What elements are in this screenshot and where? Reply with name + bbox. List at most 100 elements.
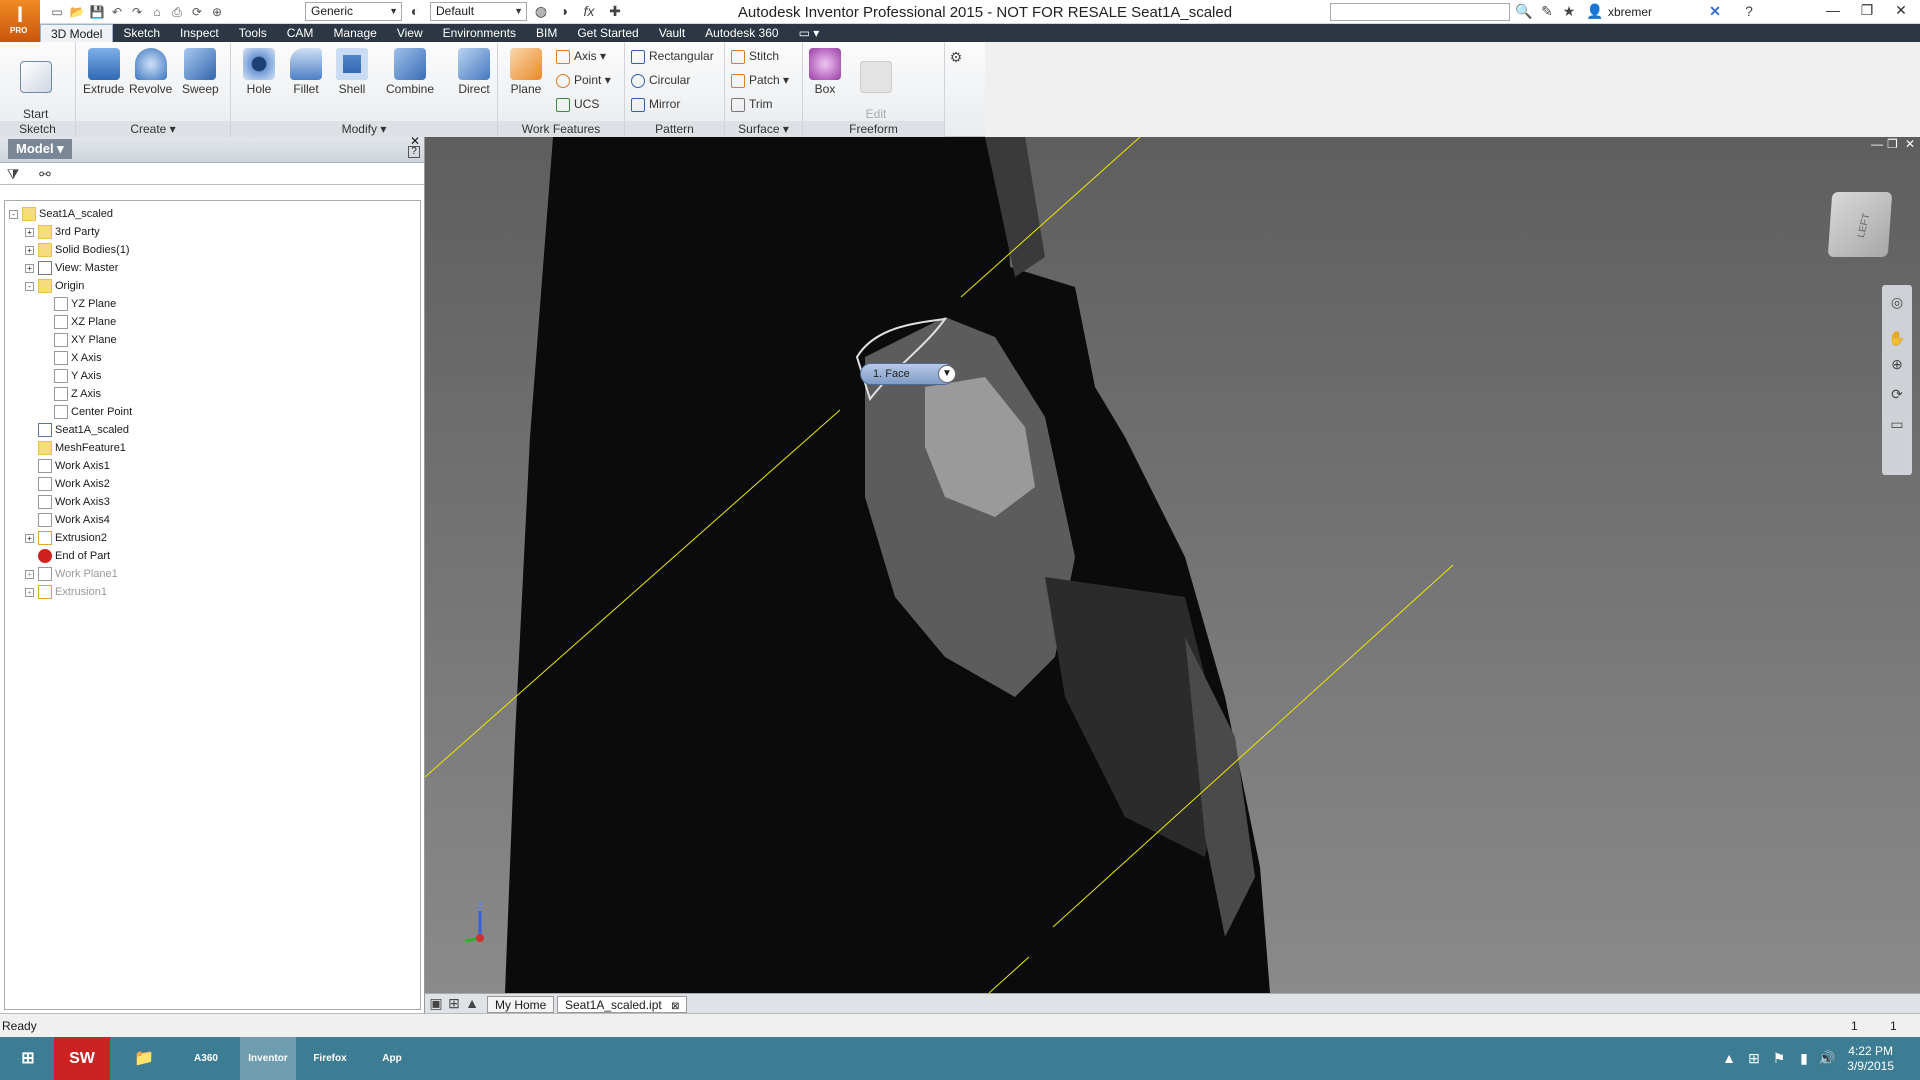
model-mesh-canvas[interactable]: Z bbox=[425, 137, 1920, 993]
tree-node[interactable]: Z Axis bbox=[5, 385, 420, 403]
subscription-icon[interactable]: ✎ bbox=[1538, 2, 1556, 20]
tree-node[interactable]: MeshFeature1 bbox=[5, 439, 420, 457]
tab-bim[interactable]: BIM bbox=[526, 24, 567, 42]
material-combo[interactable]: Generic ▼ bbox=[305, 2, 402, 21]
update-icon[interactable]: ⟳ bbox=[188, 4, 206, 20]
tree-node[interactable]: - Seat1A_scaled bbox=[5, 205, 420, 223]
extrude-button[interactable]: Extrude bbox=[83, 48, 124, 96]
minimize-button[interactable]: — bbox=[1816, 0, 1850, 22]
fillet-button[interactable]: Fillet bbox=[290, 48, 322, 96]
filter-icon[interactable]: ⧩ bbox=[4, 165, 22, 183]
tab-autodesk-360[interactable]: Autodesk 360 bbox=[695, 24, 788, 42]
patch-button[interactable]: Patch ▾ bbox=[731, 70, 789, 90]
tab-3d-model[interactable]: 3D Model bbox=[40, 24, 114, 42]
tree-node[interactable]: YZ Plane bbox=[5, 295, 420, 313]
tree-node[interactable]: + Extrusion2 bbox=[5, 529, 420, 547]
tree-node[interactable]: XY Plane bbox=[5, 331, 420, 349]
favorites-icon[interactable]: ★ bbox=[1560, 2, 1578, 20]
viewport-minimize-button[interactable]: — bbox=[1871, 137, 1883, 151]
tab-inspect[interactable]: Inspect bbox=[170, 24, 229, 42]
orbit-icon[interactable]: ⟳ bbox=[1888, 385, 1906, 403]
taskbar-app-firefox[interactable]: Firefox bbox=[302, 1037, 358, 1080]
steering-wheel-icon[interactable]: ◎ bbox=[1888, 293, 1906, 311]
expand-toggle-icon[interactable]: + bbox=[25, 263, 34, 273]
tab-document-seat1a[interactable]: Seat1A_scaled.ipt ⊠ bbox=[557, 996, 688, 1013]
tree-node[interactable]: Work Axis3 bbox=[5, 493, 420, 511]
tab-get-started[interactable]: Get Started bbox=[567, 24, 648, 42]
close-icon[interactable]: ⊠ bbox=[671, 1001, 679, 1012]
volume-icon[interactable]: 🔊 bbox=[1818, 1049, 1836, 1067]
sweep-button[interactable]: Sweep bbox=[182, 48, 219, 96]
close-button[interactable]: ✕ bbox=[1884, 0, 1918, 22]
combine-button[interactable]: Combine bbox=[386, 48, 434, 96]
selection-filter-pill[interactable]: 1. Face ▼ bbox=[860, 363, 956, 385]
graphics-viewport[interactable]: Z 1. Face ▼ LEFT ◎ ✋ ⊕ ⟳ ▭ — ❐ ✕ bbox=[425, 137, 1920, 993]
tab-view[interactable]: View bbox=[387, 24, 433, 42]
look-at-icon[interactable]: ▭ bbox=[1888, 415, 1906, 433]
taskbar-app-a360[interactable]: A360 bbox=[178, 1037, 234, 1080]
folder-icon[interactable]: 📁 bbox=[116, 1037, 172, 1080]
windows-start-button[interactable]: ⊞ bbox=[0, 1037, 56, 1080]
binoculars-icon[interactable]: 🔍 bbox=[1515, 2, 1533, 20]
tree-node[interactable]: +3rd Party bbox=[5, 223, 420, 241]
tree-node[interactable]: - Origin bbox=[5, 277, 420, 295]
expand-toggle-icon[interactable]: + bbox=[25, 245, 34, 255]
print-icon[interactable]: ⎙ bbox=[168, 4, 186, 20]
tree-node[interactable]: + Solid Bodies(1) bbox=[5, 241, 420, 259]
user-name[interactable]: xbremer bbox=[1608, 5, 1652, 19]
adjust-icon[interactable]: ◑ bbox=[555, 2, 573, 20]
user-icon[interactable]: 👤 bbox=[1586, 2, 1604, 20]
chevron-down-icon[interactable]: ▼ bbox=[938, 365, 956, 383]
tree-node[interactable]: Work Axis4 bbox=[5, 511, 420, 529]
expand-toggle-icon[interactable]: - bbox=[9, 209, 18, 219]
system-clock[interactable]: 4:22 PM 3/9/2015 bbox=[1847, 1044, 1894, 1074]
plane-button[interactable]: Plane bbox=[510, 48, 542, 96]
freeform-box-button[interactable]: Box bbox=[809, 48, 841, 96]
application-menu-button[interactable]: I PRO bbox=[0, 0, 40, 42]
taskbar-app-other[interactable]: App bbox=[364, 1037, 420, 1080]
tree-node[interactable]: + View: Master bbox=[5, 259, 420, 277]
tree-node[interactable]: Work Axis2 bbox=[5, 475, 420, 493]
viewport-close-button[interactable]: ✕ bbox=[1905, 137, 1915, 151]
help-icon[interactable]: ? bbox=[408, 146, 420, 158]
viewport-restore-button[interactable]: ❐ bbox=[1887, 137, 1898, 151]
tab-sketch[interactable]: Sketch bbox=[113, 24, 170, 42]
circular-pattern-button[interactable]: Circular bbox=[631, 70, 690, 90]
point-button[interactable]: Point ▾ bbox=[556, 70, 611, 90]
tab-my-home[interactable]: My Home bbox=[487, 996, 555, 1013]
shell-button[interactable]: Shell bbox=[336, 48, 368, 96]
tree-node[interactable]: Y Axis bbox=[5, 367, 420, 385]
tree-node[interactable]: X Axis bbox=[5, 349, 420, 367]
tree-node[interactable]: + Extrusion1 bbox=[5, 583, 420, 601]
tab-tools[interactable]: Tools bbox=[229, 24, 277, 42]
expand-toggle-icon[interactable]: + bbox=[25, 587, 34, 597]
tile-windows-icon[interactable]: ▣ bbox=[427, 994, 445, 1012]
show-hidden-icons[interactable]: ▲ bbox=[1720, 1049, 1738, 1067]
stitch-button[interactable]: Stitch bbox=[731, 46, 779, 66]
tab-environments[interactable]: Environments bbox=[433, 24, 526, 42]
action-center-icon[interactable]: ⚑ bbox=[1770, 1049, 1788, 1067]
clear-appearance-icon[interactable]: ◍ bbox=[532, 2, 550, 20]
taskbar-app-solidworks[interactable]: SW bbox=[54, 1037, 110, 1080]
restore-button[interactable]: ❐ bbox=[1850, 0, 1884, 22]
revolve-button[interactable]: Revolve bbox=[129, 48, 172, 96]
new-icon[interactable]: ▭ bbox=[48, 4, 66, 20]
pan-icon[interactable]: ✋ bbox=[1888, 329, 1906, 347]
appearance-combo[interactable]: Default ▼ bbox=[430, 2, 527, 21]
zoom-icon[interactable]: ⊕ bbox=[1888, 355, 1906, 373]
browser-title-menu[interactable]: Model ▾ bbox=[8, 139, 72, 159]
mirror-button[interactable]: Mirror bbox=[631, 94, 680, 114]
home-icon[interactable]: ⌂ bbox=[148, 4, 166, 20]
save-icon[interactable]: 💾 bbox=[88, 4, 106, 20]
rectangular-pattern-button[interactable]: Rectangular bbox=[631, 46, 714, 66]
expand-toggle-icon[interactable]: - bbox=[25, 281, 34, 291]
help-search-input[interactable] bbox=[1330, 3, 1510, 21]
expand-toggle-icon[interactable]: + bbox=[25, 227, 34, 237]
tree-node[interactable]: Work Axis1 bbox=[5, 457, 420, 475]
select-icon[interactable]: ⊕ bbox=[208, 4, 226, 20]
fx-parameters-button[interactable]: fx bbox=[580, 2, 598, 20]
tab-list-icon[interactable]: ▲ bbox=[463, 994, 481, 1012]
axis-button[interactable]: Axis ▾ bbox=[556, 46, 606, 66]
taskbar-app-inventor[interactable]: Inventor bbox=[240, 1037, 296, 1080]
exchange-icon[interactable]: ✕ bbox=[1706, 2, 1724, 20]
